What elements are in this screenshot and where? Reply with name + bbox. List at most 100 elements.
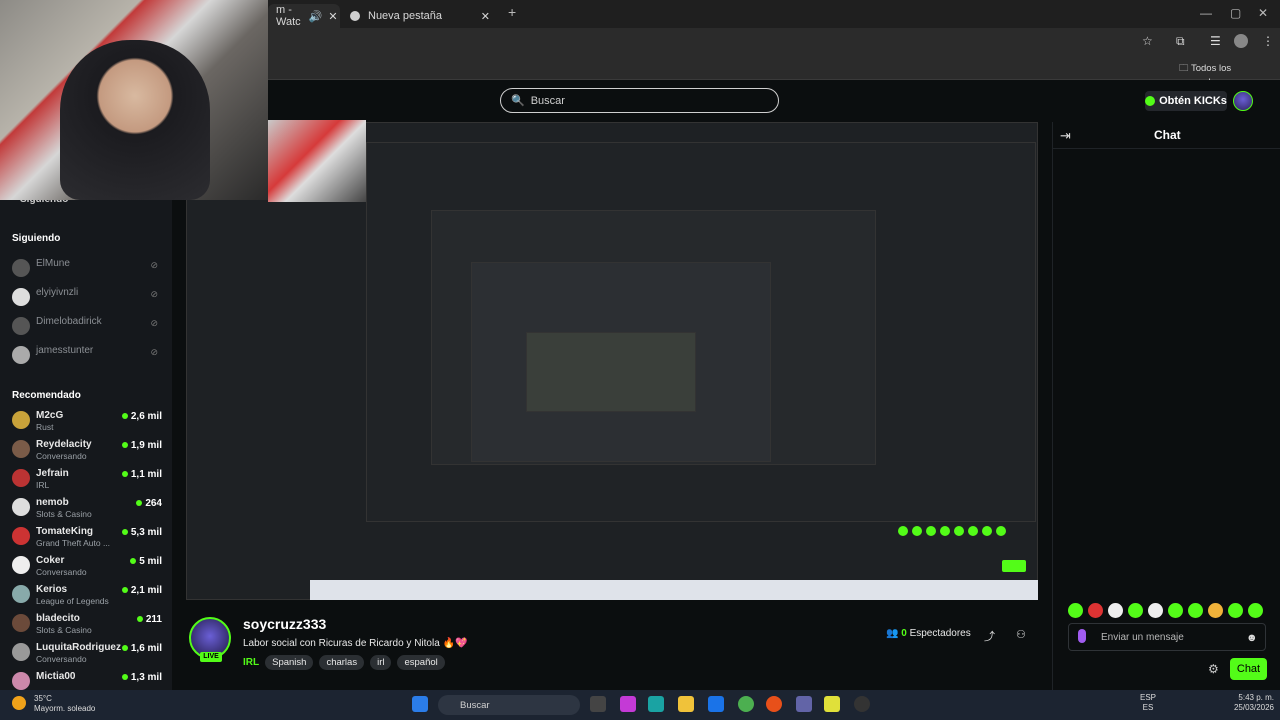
emote-icon[interactable] bbox=[1108, 603, 1123, 618]
stream-title: Labor social con Ricuras de Ricardo y Ni… bbox=[243, 638, 468, 649]
sidebar-item-recommended[interactable]: Coker Conversando 5 mil bbox=[12, 553, 162, 581]
clock[interactable]: 5:43 p. m. 25/03/2026 bbox=[1228, 693, 1274, 713]
channel-name: ElMune bbox=[36, 258, 70, 269]
viewer-count: 1,1 mil bbox=[121, 469, 162, 480]
media-icon[interactable]: ☰ bbox=[1210, 34, 1221, 48]
streamer-figure bbox=[60, 40, 210, 200]
emote-icon[interactable] bbox=[1248, 603, 1263, 618]
sidebar-item-recommended[interactable]: Jefrain IRL 1,1 mil bbox=[12, 466, 162, 494]
viewer-count: 2,1 mil bbox=[121, 585, 162, 596]
channel-category: Conversando bbox=[36, 451, 87, 461]
sidebar-item-recommended[interactable]: M2cG Rust 2,6 mil bbox=[12, 408, 162, 436]
input-language[interactable]: ESP ES bbox=[1140, 693, 1156, 713]
tab-kick[interactable]: m - Watc 🔊 ✕ bbox=[268, 4, 340, 28]
chat-message-input[interactable]: Enviar un mensaje bbox=[1068, 623, 1266, 651]
emote-icon[interactable] bbox=[1168, 603, 1183, 618]
copilot-icon[interactable] bbox=[620, 696, 636, 712]
avatar bbox=[12, 498, 30, 516]
sidebar-item-following[interactable]: jamesstunter ⊘ bbox=[12, 343, 162, 371]
menu-icon[interactable]: ⋮ bbox=[1262, 34, 1274, 48]
emote-icon[interactable] bbox=[1088, 603, 1103, 618]
chrome-icon[interactable] bbox=[738, 696, 754, 712]
chrome-icon bbox=[350, 11, 360, 21]
sidebar-item-recommended[interactable]: Reydelacity Conversando 1,9 mil bbox=[12, 437, 162, 465]
audio-icon[interactable]: 🔊 bbox=[309, 10, 323, 23]
viewer-count: 👥 0 Espectadores bbox=[886, 628, 971, 639]
channel-name: Reydelacity bbox=[36, 439, 92, 450]
emote-icon[interactable] bbox=[1068, 603, 1083, 618]
sidebar-item-following[interactable]: ElMune ⊘ bbox=[12, 256, 162, 284]
profile-avatar[interactable] bbox=[1234, 34, 1248, 48]
extensions-icon[interactable]: ⧉ bbox=[1176, 34, 1185, 49]
get-kicks-button[interactable]: Obtén KICKs bbox=[1145, 91, 1227, 111]
tag-chip[interactable]: irl bbox=[370, 655, 392, 670]
edge-icon[interactable] bbox=[648, 696, 664, 712]
avatar bbox=[12, 643, 30, 661]
channel-name: jamesstunter bbox=[36, 345, 94, 356]
outlook-icon[interactable] bbox=[708, 696, 724, 712]
webcam-overlay bbox=[0, 0, 268, 200]
viewer-count: 1,9 mil bbox=[121, 440, 162, 451]
obs-icon[interactable] bbox=[854, 696, 870, 712]
channel-name[interactable]: soycruzz333 bbox=[243, 616, 326, 632]
search-input[interactable]: 🔍 Buscar bbox=[500, 88, 779, 113]
tag-chip[interactable]: español bbox=[397, 655, 445, 670]
close-window-icon[interactable]: ✕ bbox=[1258, 6, 1268, 20]
avatar bbox=[12, 259, 30, 277]
teams-icon[interactable] bbox=[796, 696, 812, 712]
sidebar-item-following[interactable]: Dimelobadirick ⊘ bbox=[12, 314, 162, 342]
emote-icon[interactable] bbox=[1208, 603, 1223, 618]
weather-desc: Mayorm. soleado bbox=[34, 704, 96, 713]
close-tab-icon[interactable]: ✕ bbox=[328, 10, 337, 23]
channel-name: Dimelobadirick bbox=[36, 316, 102, 327]
brave-icon[interactable] bbox=[766, 696, 782, 712]
collapse-chat-icon[interactable]: ⇥ bbox=[1060, 128, 1071, 144]
user-avatar[interactable] bbox=[1233, 91, 1253, 111]
channel-category: Slots & Casino bbox=[36, 509, 92, 519]
task-view-icon[interactable] bbox=[590, 696, 606, 712]
sidebar-item-recommended[interactable]: Kerios League of Legends 2,1 mil bbox=[12, 582, 162, 610]
weather-widget[interactable]: 35°C Mayorm. soleado bbox=[34, 694, 95, 714]
tag-chip[interactable]: charlas bbox=[319, 655, 365, 670]
new-tab-button[interactable]: + bbox=[508, 4, 516, 20]
share-icon[interactable]: ⤴ bbox=[984, 628, 995, 644]
minimize-icon[interactable]: — bbox=[1200, 6, 1212, 20]
app-icon[interactable] bbox=[824, 696, 840, 712]
tab-label: m - Watc bbox=[276, 4, 301, 28]
microphone-icon[interactable] bbox=[1078, 629, 1086, 643]
sidebar-item-following[interactable]: elyiyivnzli ⊘ bbox=[12, 285, 162, 313]
file-explorer-icon[interactable] bbox=[678, 696, 694, 712]
captured-emote-row bbox=[898, 526, 1038, 538]
tab-label: Nueva pestaña bbox=[368, 10, 442, 22]
emote-icon[interactable] bbox=[1188, 603, 1203, 618]
tab-new[interactable]: Nueva pestaña ✕ bbox=[342, 4, 498, 28]
offline-icon: ⊘ bbox=[150, 260, 158, 270]
tag-chip[interactable]: Spanish bbox=[265, 655, 314, 670]
emote-icon[interactable] bbox=[1148, 603, 1163, 618]
emote-icon[interactable] bbox=[1228, 603, 1243, 618]
windows-start-icon[interactable] bbox=[412, 696, 428, 712]
avatar bbox=[12, 585, 30, 603]
follow-icon[interactable]: ⚇ bbox=[1016, 628, 1026, 641]
webcam-overlay-secondary bbox=[268, 120, 366, 202]
viewer-count: 1,6 mil bbox=[121, 643, 162, 654]
stream-category[interactable]: IRL bbox=[243, 657, 259, 668]
avatar bbox=[12, 288, 30, 306]
sidebar-item-recommended[interactable]: bladecito Slots & Casino 211 bbox=[12, 611, 162, 639]
bookmark-star-icon[interactable]: ☆ bbox=[1142, 34, 1153, 48]
channel-category: Conversando bbox=[36, 567, 87, 577]
maximize-icon[interactable]: ▢ bbox=[1230, 6, 1241, 20]
sidebar-item-recommended[interactable]: TomateKing Grand Theft Auto ... 5,3 mil bbox=[12, 524, 162, 552]
close-tab-icon[interactable]: ✕ bbox=[481, 10, 490, 23]
channel-category: IRL bbox=[36, 480, 50, 490]
clock-time: 5:43 p. m. bbox=[1238, 693, 1274, 702]
sidebar-item-recommended[interactable]: nemob Slots & Casino 264 bbox=[12, 495, 162, 523]
send-chat-button[interactable]: Chat bbox=[1230, 658, 1267, 680]
emoji-picker-icon[interactable]: ☻ bbox=[1246, 632, 1258, 644]
sidebar-item-recommended[interactable]: LuquitaRodriguez Conversando 1,6 mil bbox=[12, 640, 162, 668]
emote-icon[interactable] bbox=[1128, 603, 1143, 618]
channel-name: nemob bbox=[36, 497, 69, 508]
taskbar-search[interactable]: Buscar bbox=[438, 695, 580, 715]
following-title: Siguiendo bbox=[12, 233, 61, 244]
chat-settings-icon[interactable]: ⚙ bbox=[1208, 662, 1219, 676]
